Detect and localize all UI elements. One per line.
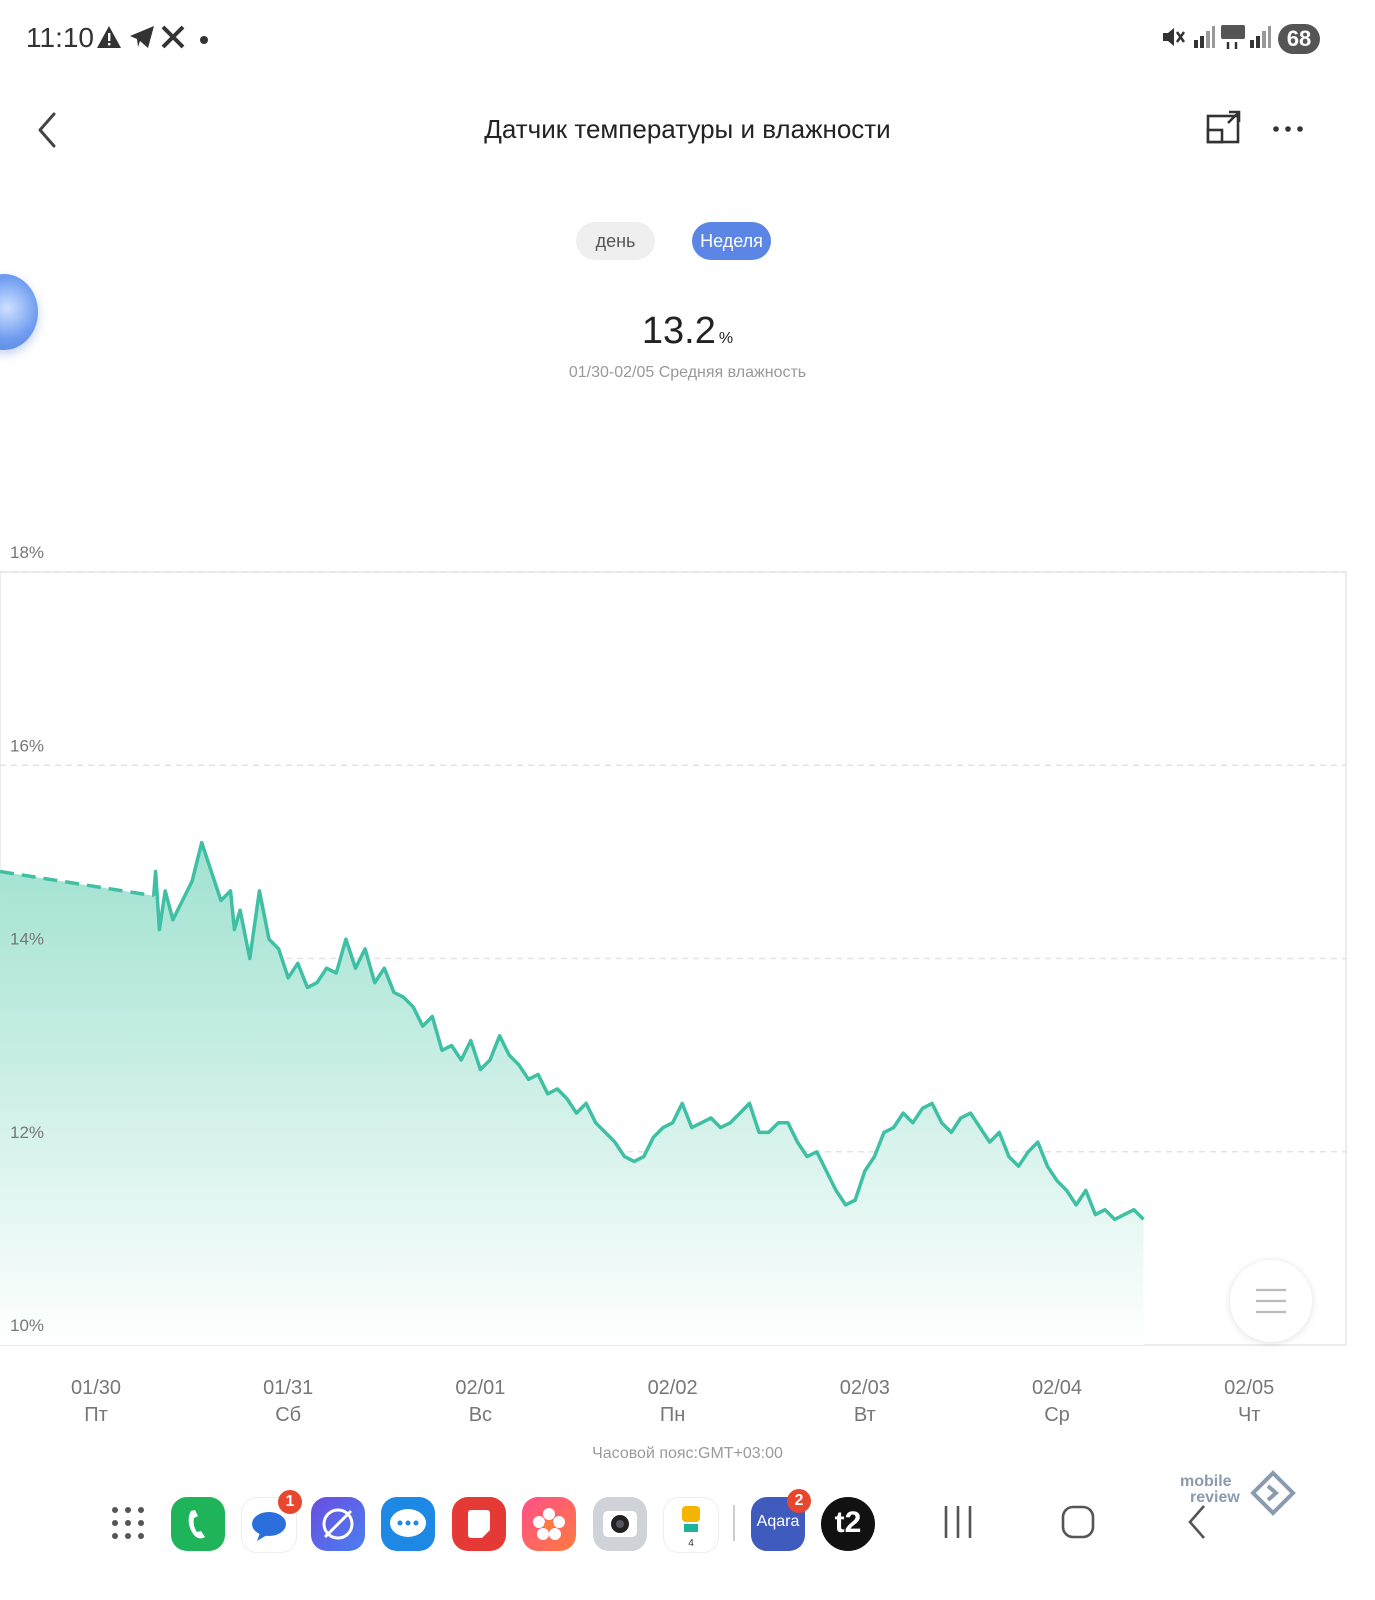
average-value: 13.2% bbox=[0, 310, 1375, 353]
tab-week[interactable]: Неделя bbox=[692, 222, 771, 260]
x-tick-day: Чт bbox=[1238, 1404, 1261, 1426]
humidity-chart: 10% 12% 14% 16% 18% 01/30 Пт 01/31 Сб 02/01 Вс 02/… bbox=[0, 543, 1347, 1426]
warning-icon bbox=[97, 26, 121, 48]
y-tick-label: 14% bbox=[10, 930, 44, 949]
more-icon[interactable] bbox=[1268, 112, 1308, 146]
x-tick-date: 02/03 bbox=[840, 1377, 890, 1399]
messages-badge: 1 bbox=[278, 1490, 302, 1514]
page-title: Датчик температуры и влажности bbox=[484, 114, 891, 144]
dock-divider bbox=[733, 1505, 735, 1541]
y-tick-label: 18% bbox=[10, 543, 44, 562]
chat-app-icon[interactable] bbox=[381, 1497, 435, 1551]
x-tick-day: Пн bbox=[660, 1404, 685, 1426]
calendar-app-icon[interactable]: 4 bbox=[663, 1497, 719, 1553]
home-button[interactable] bbox=[1058, 1500, 1098, 1544]
gallery-app-icon[interactable] bbox=[522, 1497, 576, 1551]
y-tick-label: 10% bbox=[10, 1316, 44, 1335]
x-tick-day: Вт bbox=[854, 1404, 876, 1426]
x-tick-date: 02/04 bbox=[1032, 1377, 1082, 1399]
x-tick-date: 02/02 bbox=[648, 1377, 698, 1399]
x-tick-date: 02/05 bbox=[1224, 1377, 1274, 1399]
app-drawer-icon[interactable] bbox=[110, 1505, 146, 1541]
x-tick-day: Вс bbox=[469, 1404, 492, 1426]
mute-icon bbox=[1163, 28, 1186, 46]
tools-icon bbox=[161, 25, 185, 49]
x-tick-date: 01/31 bbox=[263, 1377, 313, 1399]
battery-indicator: 68 bbox=[1278, 24, 1320, 54]
watermark-logo-icon bbox=[1250, 1470, 1296, 1516]
x-tick-day: Ср bbox=[1044, 1404, 1070, 1426]
nav-back-button[interactable] bbox=[1180, 1500, 1216, 1544]
notes-app-icon[interactable] bbox=[452, 1497, 506, 1551]
y-tick-label: 16% bbox=[10, 736, 44, 755]
aqara-app-icon[interactable]: Aqara 2 bbox=[751, 1489, 811, 1551]
signal-icon bbox=[1250, 26, 1271, 48]
x-tick-day: Пт bbox=[84, 1404, 108, 1426]
messages-app-icon[interactable]: 1 bbox=[241, 1490, 302, 1553]
average-caption: 01/30-02/05 Средняя влажность bbox=[568, 364, 807, 381]
telegram-icon bbox=[130, 26, 154, 48]
t2-app-icon[interactable]: t2 bbox=[821, 1497, 875, 1551]
recents-button[interactable] bbox=[940, 1500, 976, 1544]
5g-icon bbox=[1221, 25, 1245, 49]
share-icon[interactable] bbox=[1205, 108, 1245, 148]
browser-app-icon[interactable] bbox=[311, 1497, 365, 1551]
signal-icon bbox=[1194, 26, 1215, 48]
x-tick-date: 01/30 bbox=[71, 1377, 121, 1399]
x-tick-day: Сб bbox=[275, 1404, 301, 1426]
timezone-label: Часовой пояс:GMT+03:00 bbox=[592, 1445, 783, 1462]
phone-app-icon[interactable] bbox=[171, 1497, 225, 1551]
notification-dot bbox=[200, 36, 208, 44]
average-number: 13.2 bbox=[641, 310, 716, 352]
x-tick-date: 02/01 bbox=[455, 1377, 505, 1399]
camera-app-icon[interactable] bbox=[593, 1497, 647, 1551]
status-time: 11:10 bbox=[26, 22, 94, 53]
tab-day[interactable]: день bbox=[576, 222, 655, 260]
svg-text:4: 4 bbox=[688, 1538, 694, 1549]
average-unit: % bbox=[718, 330, 734, 347]
menu-button[interactable] bbox=[1230, 1260, 1312, 1342]
aqara-badge: 2 bbox=[787, 1489, 811, 1513]
y-tick-label: 12% bbox=[10, 1123, 44, 1142]
